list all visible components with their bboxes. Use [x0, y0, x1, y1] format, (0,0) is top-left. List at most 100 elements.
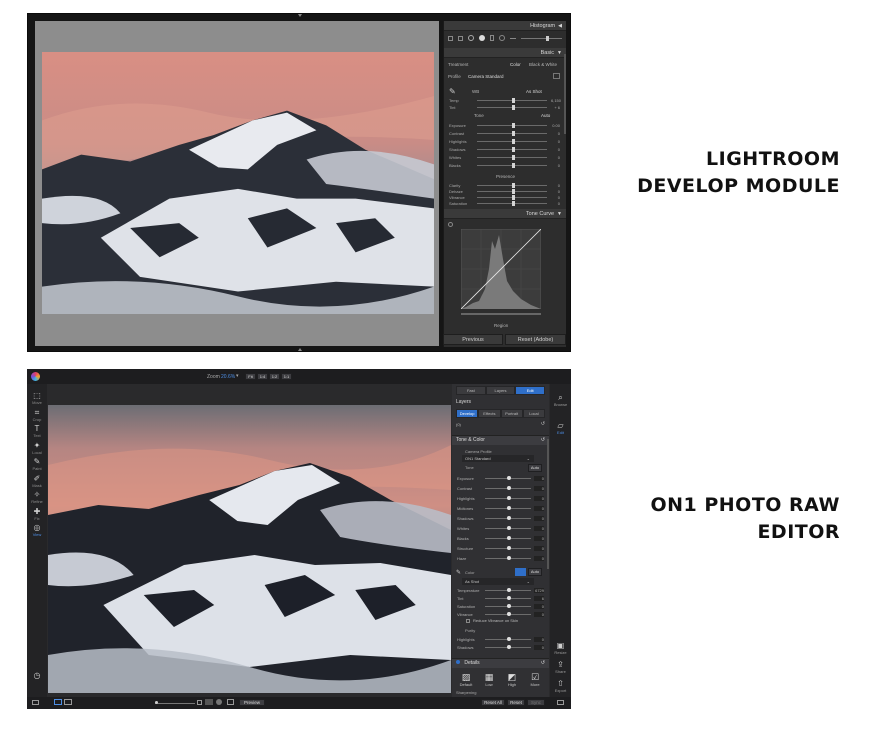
slider-value[interactable]: 0.00 — [551, 123, 560, 128]
slider-row[interactable]: Highlights 0 — [457, 636, 544, 642]
brush-size-slider[interactable] — [521, 35, 562, 41]
slider-knob[interactable] — [507, 603, 512, 608]
tool-0[interactable]: ⬚ Move — [27, 392, 47, 406]
slider-track[interactable] — [485, 515, 531, 520]
slider-row[interactable]: Exposure 0 — [457, 475, 544, 481]
spot-removal-icon[interactable] — [468, 35, 474, 41]
profile-dropdown[interactable]: Camera Standard — [468, 74, 504, 79]
slider-knob[interactable] — [507, 595, 512, 600]
slider-value[interactable]: 0 — [551, 155, 560, 160]
slider-row[interactable]: Haze 0 — [457, 555, 544, 561]
slider-knob[interactable] — [512, 162, 515, 168]
previous-button[interactable]: Previous — [443, 334, 503, 345]
tone-auto-button[interactable]: Auto — [528, 464, 542, 472]
zoom-preset-button[interactable]: 1:2 — [269, 373, 280, 380]
slider-track[interactable] — [485, 525, 531, 530]
brush-size-slider[interactable] — [155, 701, 195, 704]
slider-track[interactable] — [485, 611, 531, 616]
slider-track[interactable] — [477, 138, 547, 144]
slider-knob[interactable] — [512, 130, 515, 136]
detail-preset[interactable]: ▦ Low — [479, 672, 499, 687]
module-4[interactable]: ⇧ Export — [550, 680, 571, 694]
slider-row[interactable]: Exposure 0.00 — [449, 122, 560, 128]
slider-value[interactable]: 0 — [551, 131, 560, 136]
slider-value[interactable]: 0 — [534, 515, 544, 521]
slider-knob[interactable] — [507, 525, 512, 530]
expand-triangle-icon[interactable]: ▼ — [557, 50, 562, 56]
sync-button[interactable]: Sync — [527, 699, 545, 706]
panel-toggle-icon[interactable] — [557, 700, 564, 705]
slider-value[interactable]: 0 — [534, 644, 544, 650]
camera-profile-dropdown[interactable]: ON1 Standard ⌄ — [462, 455, 534, 462]
slider-track[interactable] — [477, 130, 547, 136]
reset-adobe-button[interactable]: Reset (Adobe) — [505, 334, 566, 345]
slider-knob[interactable] — [512, 200, 515, 206]
zoom-value-dropdown[interactable]: 20.6% — [221, 374, 235, 380]
slider-knob[interactable] — [512, 122, 515, 128]
slider-value[interactable]: 0 — [534, 495, 544, 501]
slider-row[interactable]: Tint + 6 — [449, 104, 560, 110]
slider-knob[interactable] — [507, 495, 512, 500]
slider-track[interactable] — [477, 162, 547, 168]
slider-track[interactable] — [477, 154, 547, 160]
wb-eyedropper-icon[interactable]: ✎ — [449, 87, 456, 96]
details-header[interactable]: Details ↺ — [452, 658, 549, 668]
expand-triangle-icon[interactable]: ▼ — [557, 211, 562, 217]
layer-reset-icon[interactable]: ↺ — [541, 421, 545, 427]
slider-track[interactable] — [477, 146, 547, 152]
grid-tool-icon[interactable] — [448, 35, 453, 41]
slider-knob[interactable] — [512, 97, 515, 103]
slider-value[interactable]: 0 — [534, 603, 544, 609]
brush-icon[interactable] — [510, 37, 516, 39]
slider-track[interactable] — [485, 495, 531, 500]
module-0[interactable]: ⌕ Browse — [550, 394, 571, 408]
slider-row[interactable]: Midtones 0 — [457, 505, 544, 511]
slider-track[interactable] — [485, 595, 531, 600]
slider-value[interactable]: 6,150 — [551, 98, 561, 103]
slider-value[interactable]: 0 — [551, 163, 560, 168]
radial-filter-icon[interactable] — [499, 35, 505, 41]
tool-7[interactable]: ✚ Fix — [27, 507, 47, 521]
slider-knob[interactable] — [507, 545, 512, 550]
section-reset-icon[interactable]: ↺ — [541, 436, 545, 445]
slider-value[interactable]: 0 — [534, 525, 544, 531]
slider-track[interactable] — [477, 188, 547, 194]
on1-logo[interactable] — [31, 372, 40, 381]
slider-knob[interactable] — [507, 535, 512, 540]
slider-track[interactable] — [477, 104, 547, 110]
slider-knob[interactable] — [512, 146, 515, 152]
slider-knob[interactable] — [507, 555, 512, 560]
reset-button[interactable]: Reset — [507, 699, 525, 706]
slider-row[interactable]: Vibrance 0 — [457, 611, 544, 617]
panel-scrollbar[interactable] — [564, 54, 566, 134]
slider-track[interactable] — [477, 122, 547, 128]
slider-value[interactable]: 0 — [551, 195, 560, 200]
collapse-triangle-icon[interactable]: ◀ — [558, 23, 562, 29]
slider-knob[interactable] — [507, 636, 512, 641]
panel-scrollbar[interactable] — [547, 439, 549, 569]
mode-tab[interactable]: Portrait — [500, 409, 523, 418]
zoom-preset-button[interactable]: 1:1 — [281, 373, 292, 380]
slider-track[interactable] — [485, 545, 531, 550]
module-2[interactable]: ▣ Resize — [550, 642, 571, 656]
graduated-filter-icon[interactable] — [490, 35, 494, 41]
panel-toggle-icon[interactable] — [32, 700, 39, 705]
slider-row[interactable]: Saturation 0 — [457, 603, 544, 609]
slider-value[interactable]: 0 — [551, 201, 560, 206]
slider-value[interactable]: 0 — [534, 545, 544, 551]
tool-1[interactable]: ⌗ Crop — [27, 408, 47, 422]
color-mode-dropdown[interactable]: As Shot ⌄ — [462, 578, 534, 585]
slider-row[interactable]: Structure 0 — [457, 545, 544, 551]
top-collapse-icon[interactable] — [298, 14, 302, 17]
slider-track[interactable] — [485, 587, 531, 592]
tool-4[interactable]: ✎ Paint — [27, 458, 47, 472]
slider-track[interactable] — [485, 535, 531, 540]
slider-row[interactable]: Contrast 0 — [449, 130, 560, 136]
slider-knob[interactable] — [512, 104, 515, 110]
before-after-icon[interactable] — [205, 699, 213, 705]
profile-browser-icon[interactable] — [553, 73, 560, 79]
slider-row[interactable]: Saturation 0 — [449, 200, 560, 206]
module-tab[interactable]: Layers — [485, 386, 516, 395]
slider-track[interactable] — [485, 485, 531, 490]
mode-tab[interactable]: Local — [522, 409, 545, 418]
